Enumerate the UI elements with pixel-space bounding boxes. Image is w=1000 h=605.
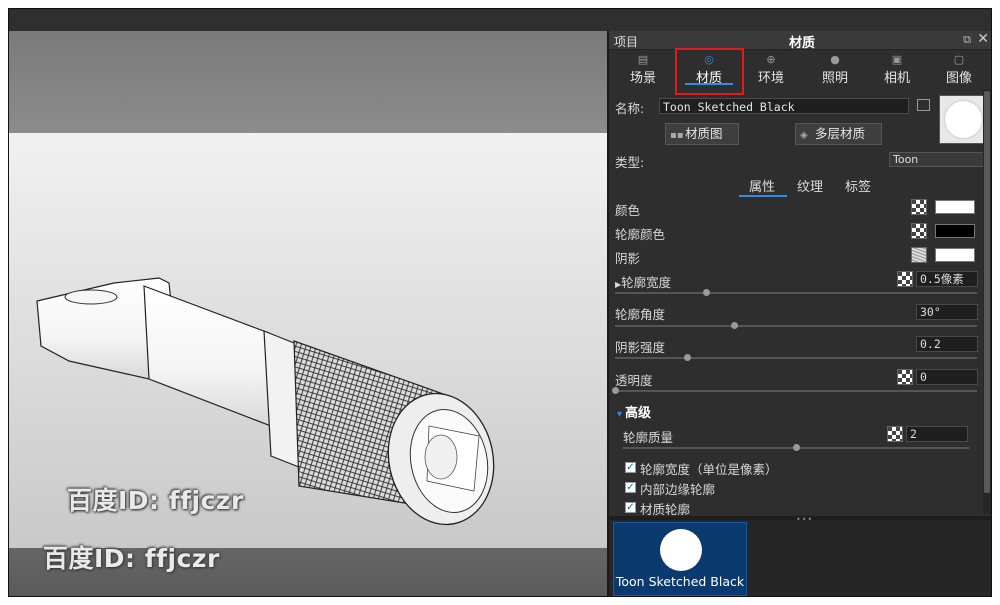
outline-quality-field[interactable]: 2 [906, 426, 968, 442]
material-preview[interactable] [939, 95, 988, 144]
shadow-strength-slider-track[interactable] [615, 357, 977, 359]
outline-angle-label: 轮廓角度 [615, 307, 666, 322]
library-item-label: Toon Sketched Black [615, 574, 745, 589]
tab-environment[interactable]: ⊕ 环境 [741, 50, 801, 86]
texture-map-icon[interactable] [887, 426, 903, 442]
checkbox-inner-edge-outline[interactable]: ✓ [625, 482, 636, 493]
subtab-properties[interactable]: 属性 [738, 176, 788, 197]
top-bar [9, 9, 991, 32]
section-label: 高级 [625, 406, 652, 421]
tab-camera[interactable]: ▣ 相机 [867, 50, 927, 86]
outline-color-label: 轮廓颜色 [615, 227, 666, 242]
camera-icon: ▣ [891, 53, 903, 66]
tab-lighting[interactable]: ● 照明 [805, 50, 865, 86]
shadow-strength-slider-knob[interactable] [684, 354, 692, 361]
shadow-label: 阴影 [615, 251, 641, 266]
multilayer-material-button[interactable]: ◈ 多层材质 [795, 123, 882, 145]
transparency-label: 透明度 [615, 373, 653, 388]
outline-color-swatch[interactable] [935, 224, 975, 238]
outline-quality-label: 轮廓质量 [623, 430, 674, 445]
texture-map-icon[interactable] [911, 199, 927, 215]
scene-icon: ▤ [637, 53, 649, 66]
outline-angle-field[interactable]: 30° [916, 304, 978, 320]
transparency-slider-knob[interactable] [612, 387, 619, 394]
preview-sphere [945, 101, 982, 138]
label-text: 轮廓宽度 [621, 275, 672, 290]
viewport[interactable]: 百度ID: ffjczr 百度ID: ffjczr [9, 31, 607, 596]
outline-width-slider-knob[interactable] [702, 289, 710, 296]
texture-map-icon[interactable] [897, 369, 913, 385]
watermark: 百度ID: ffjczr [67, 486, 244, 515]
layers-icon: ◈ [800, 130, 808, 141]
tab-label: 相机 [883, 71, 910, 86]
color-label: 颜色 [615, 203, 641, 218]
checkbox-label: 轮廓宽度（单位是像素） [640, 462, 778, 477]
advanced-section-header[interactable]: ▾ 高级 [617, 402, 651, 421]
outline-quality-slider-knob[interactable] [793, 444, 800, 451]
library-item[interactable]: Toon Sketched Black [613, 522, 747, 596]
watermark: 百度ID: ffjczr [43, 544, 220, 573]
shadow-strength-label: 阴影强度 [615, 340, 666, 355]
app-window: 百度ID: ffjczr 百度ID: ffjczr 项目 材质 ⧉ ✕ ▤ 场景… [8, 8, 992, 597]
type-select[interactable]: Toon [889, 152, 989, 167]
highlight-box [675, 48, 744, 95]
material-graph-button[interactable]: ▪▪材质图 [665, 123, 739, 145]
project-label[interactable]: 项目 [614, 33, 638, 50]
texture-map-icon[interactable] [897, 271, 913, 287]
checkbox-outline-width-pixels[interactable]: ✓ [625, 462, 636, 473]
color-swatch[interactable] [935, 200, 975, 214]
outline-angle-slider-knob[interactable] [731, 322, 739, 329]
material-thumbnail-sphere [660, 529, 702, 571]
material-library: Toon Sketched Black [609, 520, 991, 596]
panel-title: 材质 [789, 36, 816, 51]
close-icon[interactable]: ✕ [977, 31, 989, 47]
material-name-field[interactable]: Toon Sketched Black [659, 98, 909, 114]
tab-image[interactable]: ▢ 图像 [929, 50, 989, 86]
transparency-field[interactable]: 0 [916, 369, 978, 385]
undock-icon[interactable]: ⧉ [963, 33, 971, 47]
save-icon[interactable] [917, 99, 930, 111]
outline-angle-slider-track[interactable] [615, 325, 977, 327]
tab-scene[interactable]: ▤ 场景 [613, 50, 673, 86]
subtab-textures[interactable]: 纹理 [797, 176, 823, 195]
button-label: 材质图 [685, 126, 723, 141]
button-label: 多层材质 [815, 126, 866, 141]
outline-width-slider-track[interactable] [615, 292, 977, 294]
outline-width-field[interactable]: 0.5像素 [916, 271, 978, 287]
tab-label: 环境 [757, 71, 784, 86]
image-icon: ▢ [953, 53, 965, 66]
bulb-icon: ● [830, 53, 840, 66]
tab-label: 图像 [945, 71, 972, 86]
globe-icon: ⊕ [766, 53, 776, 66]
checkbox-material-outline[interactable]: ✓ [625, 502, 636, 513]
scrollbar-thumb[interactable] [984, 91, 990, 493]
panel-tabs: ▤ 场景 ◎ 材质 ⊕ 环境 ● 照明 ▣ 相机 ▢ 图像 [609, 50, 991, 86]
tab-label: 照明 [821, 71, 848, 86]
transparency-slider-track[interactable] [615, 390, 977, 392]
material-panel: 项目 材质 ⧉ ✕ ▤ 场景 ◎ 材质 ⊕ 环境 ● 照明 ▣ 相机 ▢ 图像 … [607, 31, 991, 596]
shadow-swatch[interactable] [935, 248, 975, 262]
shadow-strength-field[interactable]: 0.2 [916, 336, 978, 352]
texture-map-icon[interactable] [911, 223, 927, 239]
type-label: 类型: [615, 155, 645, 170]
checkbox-label: 内部边缘轮廓 [640, 482, 716, 497]
chevron-down-icon: ▾ [617, 409, 623, 420]
graph-icon: ▪▪ [670, 130, 684, 141]
name-label: 名称: [615, 101, 645, 116]
sketch-texture-icon[interactable] [911, 247, 927, 263]
panel-header: 项目 材质 ⧉ ✕ [609, 31, 991, 51]
subtab-labels[interactable]: 标签 [845, 176, 871, 195]
outline-width-label[interactable]: ▶轮廓宽度 [615, 272, 671, 291]
tab-label: 场景 [629, 71, 656, 86]
